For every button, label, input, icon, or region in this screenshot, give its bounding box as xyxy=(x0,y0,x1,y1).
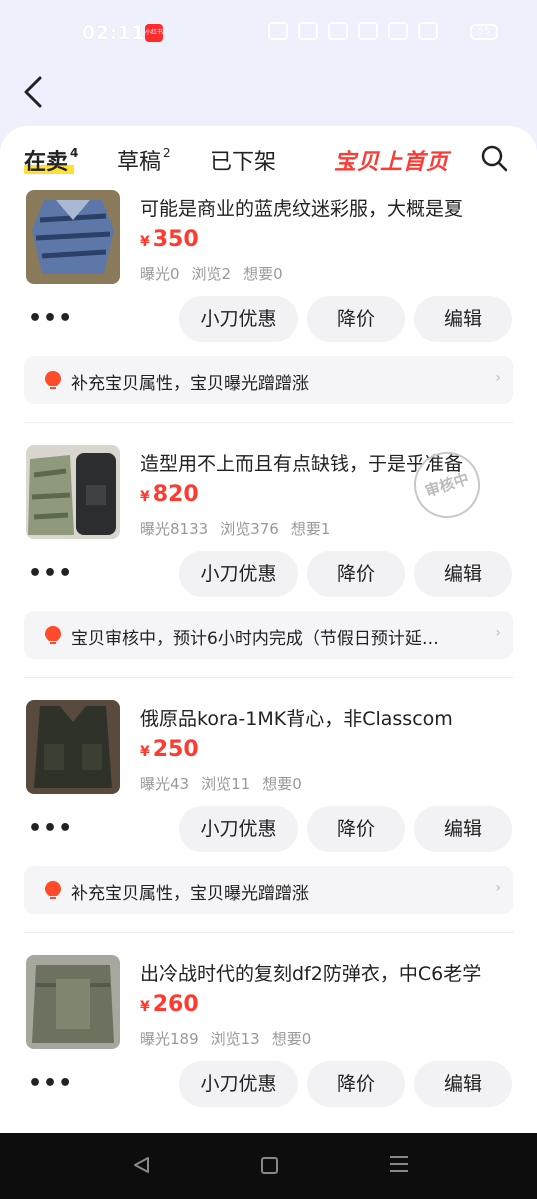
product-thumbnail[interactable] xyxy=(26,190,120,284)
item-stats: 曝光8133 浏览376 想要1 xyxy=(140,518,342,539)
signal-icon xyxy=(418,22,438,40)
nav-back-icon[interactable] xyxy=(132,1155,152,1175)
tab-bar: 在卖 4 草稿 2 已下架 宝贝上首页 xyxy=(0,126,537,190)
coupon-button[interactable]: 小刀优惠 xyxy=(179,1061,298,1107)
price-value: 250 xyxy=(152,737,199,762)
alarm-icon xyxy=(268,22,288,40)
more-options-button[interactable]: ••• xyxy=(28,306,73,331)
price-value: 350 xyxy=(152,227,199,252)
edit-button[interactable]: 编辑 xyxy=(414,296,512,342)
want-count: 想要1 xyxy=(290,520,331,538)
coupon-button[interactable]: 小刀优惠 xyxy=(179,296,298,342)
view-count: 浏览11 xyxy=(201,775,251,793)
coupon-button[interactable]: 小刀优惠 xyxy=(179,806,298,852)
exposure-count: 曝光0 xyxy=(140,265,180,283)
want-count: 想要0 xyxy=(243,265,283,283)
more-options-button[interactable]: ••• xyxy=(28,816,73,841)
exposure-count: 曝光43 xyxy=(140,775,190,793)
promote-to-homepage-link[interactable]: 宝贝上首页 xyxy=(334,144,449,176)
reduce-price-button[interactable]: 降价 xyxy=(307,551,405,597)
item-stats: 曝光189 浏览13 想要0 xyxy=(140,1028,323,1049)
more-options-button[interactable]: ••• xyxy=(28,561,73,586)
edit-button[interactable]: 编辑 xyxy=(414,1061,512,1107)
product-thumbnail[interactable] xyxy=(26,955,120,1049)
listing-sheet: 在卖 4 草稿 2 已下架 宝贝上首页 可能是商业的蓝虎纹迷彩服，大概是夏 ¥ … xyxy=(0,126,537,1133)
item-price: ¥820 xyxy=(140,482,199,507)
currency-symbol: ¥ xyxy=(140,489,150,505)
tab-label: 已下架 xyxy=(210,150,277,175)
item-price: ¥350 xyxy=(140,227,199,252)
vest-and-pack-image xyxy=(26,445,120,539)
currency-symbol: ¥ xyxy=(140,999,150,1015)
more-options-button[interactable]: ••• xyxy=(28,1071,73,1096)
tab-selling[interactable]: 在卖 4 xyxy=(24,144,78,176)
tab-delisted[interactable]: 已下架 xyxy=(210,144,276,176)
exposure-count: 曝光189 xyxy=(140,1030,199,1048)
product-thumbnail[interactable] xyxy=(26,445,120,539)
search-icon xyxy=(481,145,508,172)
mute-icon xyxy=(298,22,318,40)
tab-count: 4 xyxy=(70,145,79,160)
reduce-price-button[interactable]: 降价 xyxy=(307,806,405,852)
view-count: 浏览2 xyxy=(191,265,232,283)
tab-drafts[interactable]: 草稿 2 xyxy=(117,144,171,176)
want-count: 想要0 xyxy=(271,1030,312,1048)
exposure-count: 曝光8133 xyxy=(140,520,209,538)
status-time: 02:11 xyxy=(82,22,145,44)
view-count: 浏览13 xyxy=(210,1030,260,1048)
item-title[interactable]: 可能是商业的蓝虎纹迷彩服，大概是夏 xyxy=(140,194,500,221)
app-notification-icon: 小红书 xyxy=(145,24,163,42)
nfc-icon xyxy=(328,22,348,40)
tab-label: 草稿 xyxy=(117,150,162,175)
edit-button[interactable]: 编辑 xyxy=(414,806,512,852)
body-armor-image xyxy=(26,955,120,1049)
coupon-button[interactable]: 小刀优惠 xyxy=(179,551,298,597)
list-item[interactable]: 出冷战时代的复刻df2防弹衣，中C6老学 ¥260 曝光189 浏览13 想要0 •… xyxy=(0,891,537,1133)
want-count: 想要0 xyxy=(262,775,302,793)
reduce-price-button[interactable]: 降价 xyxy=(307,296,405,342)
status-bar: 02:11 小红书 55 xyxy=(0,0,537,68)
chevron-left-icon xyxy=(24,76,42,108)
view-count: 浏览376 xyxy=(220,520,279,538)
reduce-price-button[interactable]: 降价 xyxy=(307,1061,405,1107)
tab-label: 在卖 xyxy=(24,150,69,175)
tactical-vest-image xyxy=(26,700,120,794)
item-title[interactable]: 出冷战时代的复刻df2防弹衣，中C6老学 xyxy=(140,959,500,986)
search-button[interactable] xyxy=(480,144,508,172)
status-icons xyxy=(268,22,438,40)
price-value: 820 xyxy=(152,482,199,507)
tab-count: 2 xyxy=(163,145,171,160)
item-title[interactable]: 俄原品kora-1MK背心，非Classcom xyxy=(140,704,500,731)
item-price: ¥250 xyxy=(140,737,199,762)
battery-icon: 55 xyxy=(470,24,498,40)
product-thumbnail[interactable] xyxy=(26,700,120,794)
item-stats: 曝光43 浏览11 想要0 xyxy=(140,773,314,794)
hd-icon xyxy=(388,22,408,40)
list-item[interactable]: 俄原品kora-1MK背心，非Classcom ¥250 曝光43 浏览11 想要0… xyxy=(0,636,537,914)
item-price: ¥260 xyxy=(140,992,199,1017)
nav-home-icon[interactable] xyxy=(261,1157,278,1174)
edit-button[interactable]: 编辑 xyxy=(414,551,512,597)
system-nav-bar xyxy=(0,1133,537,1199)
currency-symbol: ¥ xyxy=(140,234,150,250)
back-button[interactable] xyxy=(18,72,54,112)
nav-recents-icon[interactable] xyxy=(390,1156,408,1174)
camo-jacket-image xyxy=(26,190,120,284)
price-value: 260 xyxy=(152,992,199,1017)
item-stats: 曝光0 浏览2 想要0 xyxy=(140,263,295,284)
currency-symbol: ¥ xyxy=(140,744,150,760)
wifi-icon xyxy=(358,22,378,40)
